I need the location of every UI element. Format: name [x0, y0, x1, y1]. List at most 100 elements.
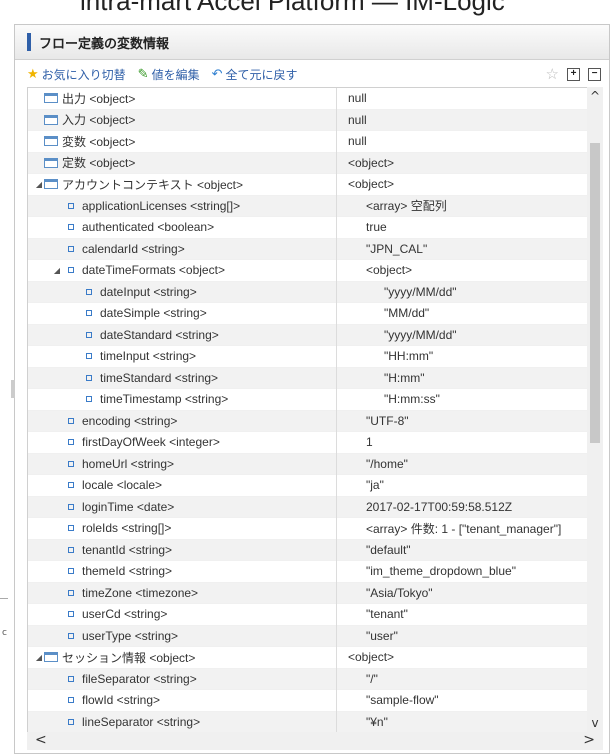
variable-value-cell: "user" — [366, 628, 398, 643]
side-glyph: c — [2, 628, 7, 638]
tree-row[interactable]: authenticated <boolean> true — [28, 217, 588, 239]
edit-value-label: 値を編集 — [151, 67, 200, 82]
property-icon — [68, 417, 74, 424]
scroll-right-icon[interactable]: > — [583, 732, 595, 748]
tree-row[interactable]: lineSeparator <string> "¥n" — [28, 711, 588, 733]
tree-row[interactable]: userCd <string> "tenant" — [28, 604, 588, 626]
variable-value-cell: null — [348, 134, 367, 149]
scroll-thumb[interactable] — [590, 143, 600, 443]
variable-name-label: timeStandard <string> — [100, 370, 219, 385]
tree-row[interactable]: 変数 <object> null — [28, 131, 588, 153]
variable-name-label: encoding <string> — [82, 413, 178, 428]
variable-name-cell: timeInput <string> — [28, 349, 378, 363]
tree-row[interactable]: ◢ セッション情報 <object> <object> — [28, 647, 588, 669]
variable-value-cell: true — [366, 220, 387, 235]
tree-row[interactable]: encoding <string> "UTF-8" — [28, 410, 588, 432]
vertical-scrollbar[interactable]: ^ v — [587, 87, 603, 732]
splitter-handle[interactable] — [11, 380, 15, 398]
tree-row[interactable]: dateInput <string> "yyyy/MM/dd" — [28, 281, 588, 303]
tree-row[interactable]: flowId <string> "sample-flow" — [28, 690, 588, 712]
variable-name-cell: themeId <string> — [28, 564, 360, 578]
variable-name-cell: tenantId <string> — [28, 543, 360, 557]
variable-name-label: 入力 <object> — [62, 113, 136, 128]
scroll-down-icon[interactable]: v — [587, 716, 603, 730]
object-folder-icon — [44, 93, 58, 104]
variable-name-label: applicationLicenses <string[]> — [82, 198, 241, 213]
variable-name-label: homeUrl <string> — [82, 456, 175, 471]
star-outline-icon[interactable]: ☆ — [546, 65, 559, 83]
tree-row[interactable]: firstDayOfWeek <integer> 1 — [28, 432, 588, 454]
tree-row[interactable]: 定数 <object> <object> — [28, 152, 588, 174]
panel-header: フロー定義の変数情報 — [15, 25, 609, 60]
variable-name-cell: loginTime <date> — [28, 500, 360, 514]
tree-row[interactable]: timeZone <timezone> "Asia/Tokyo" — [28, 582, 588, 604]
tree-row[interactable]: ◢ アカウントコンテキスト <object> <object> — [28, 174, 588, 196]
tree-row[interactable]: userType <string> "user" — [28, 625, 588, 647]
tree-row[interactable]: dateSimple <string> "MM/dd" — [28, 303, 588, 325]
expander-icon[interactable]: ◢ — [34, 180, 44, 189]
scroll-up-icon[interactable]: ^ — [587, 89, 603, 103]
variable-name-label: dateStandard <string> — [100, 327, 219, 342]
edit-value-button[interactable]: ✎ 値を編集 — [138, 66, 200, 83]
tree-row[interactable]: 入力 <object> null — [28, 109, 588, 131]
variable-name-label: セッション情報 <object> — [62, 650, 196, 665]
expander-icon[interactable]: ◢ — [34, 653, 44, 662]
favorite-toggle-button[interactable]: ★ お気に入り切替 — [27, 66, 126, 83]
variable-name-label: 出力 <object> — [62, 91, 136, 106]
object-folder-icon — [44, 157, 58, 168]
tree-row[interactable]: homeUrl <string> "/home" — [28, 453, 588, 475]
variable-name-label: firstDayOfWeek <integer> — [82, 435, 220, 450]
variable-name-cell: userType <string> — [28, 629, 360, 643]
tree-row[interactable]: loginTime <date> 2017-02-17T00:59:58.512Z — [28, 496, 588, 518]
property-icon — [68, 202, 74, 209]
variable-name-label: dateSimple <string> — [100, 306, 207, 321]
page-title: intra-mart Accel Platform — IM-Logic — [80, 0, 505, 16]
reset-all-label: 全て元に戻す — [225, 67, 298, 82]
tree-row[interactable]: tenantId <string> "default" — [28, 539, 588, 561]
tree-row[interactable]: 出力 <object> null — [28, 88, 588, 110]
variable-name-cell: userCd <string> — [28, 607, 360, 621]
tree-row[interactable]: timeTimestamp <string> "H:mm:ss" — [28, 389, 588, 411]
variable-value-cell: "tenant" — [366, 607, 408, 622]
object-folder-icon — [44, 652, 58, 663]
tree-row[interactable]: ◢ dateTimeFormats <object> <object> — [28, 260, 588, 282]
scroll-left-icon[interactable]: < — [35, 732, 47, 748]
variable-name-cell: applicationLicenses <string[]> — [28, 199, 360, 213]
tree-row[interactable]: roleIds <string[]> <array> 件数: 1 - ["tena… — [28, 518, 588, 540]
minus-box-icon[interactable]: − — [588, 67, 601, 81]
variable-value-cell: "MM/dd" — [384, 306, 430, 321]
variable-value-cell: null — [348, 91, 367, 106]
variable-value-cell: "H:mm" — [384, 370, 425, 385]
variable-name-cell: homeUrl <string> — [28, 457, 360, 471]
tree-row[interactable]: calendarId <string> "JPN_CAL" — [28, 238, 588, 260]
variable-name-cell: firstDayOfWeek <integer> — [28, 435, 360, 449]
reset-all-button[interactable]: ↶ 全て元に戻す — [212, 66, 298, 83]
expander-icon[interactable]: ◢ — [52, 266, 62, 275]
plus-box-icon[interactable]: + — [567, 67, 580, 81]
variable-name-label: dateInput <string> — [100, 284, 197, 299]
variable-name-cell: calendarId <string> — [28, 242, 360, 256]
tree-row[interactable]: themeId <string> "im_theme_dropdown_blue" — [28, 561, 588, 583]
variable-value-cell: 2017-02-17T00:59:58.512Z — [366, 499, 513, 514]
variable-name-cell: dateSimple <string> — [28, 306, 378, 320]
variable-name-cell: timeZone <timezone> — [28, 586, 360, 600]
variable-value-cell: "default" — [366, 542, 411, 557]
tree-row[interactable]: dateStandard <string> "yyyy/MM/dd" — [28, 324, 588, 346]
horizontal-scrollbar[interactable]: < > — [27, 732, 603, 750]
variable-name-label: userType <string> — [82, 628, 179, 643]
tree-row[interactable]: applicationLicenses <string[]> <array> 空配… — [28, 195, 588, 217]
tree-row[interactable]: fileSeparator <string> "/" — [28, 668, 588, 690]
variable-name-label: flowId <string> — [82, 693, 161, 708]
variable-name-cell: 定数 <object> — [28, 154, 342, 171]
variable-name-label: themeId <string> — [82, 564, 173, 579]
undo-icon: ↶ — [211, 66, 223, 81]
property-icon — [86, 396, 92, 403]
variable-info-panel: フロー定義の変数情報 ★ お気に入り切替 ✎ 値を編集 ↶ 全て元に戻す ☆ +… — [11, 24, 610, 754]
tree-row[interactable]: timeStandard <string> "H:mm" — [28, 367, 588, 389]
variable-value-cell: "/" — [366, 671, 378, 686]
tree-row[interactable]: timeInput <string> "HH:mm" — [28, 346, 588, 368]
variable-name-cell: dateStandard <string> — [28, 328, 378, 342]
variable-name-cell: 変数 <object> — [28, 133, 342, 150]
property-icon — [68, 611, 74, 618]
tree-row[interactable]: locale <locale> "ja" — [28, 475, 588, 497]
